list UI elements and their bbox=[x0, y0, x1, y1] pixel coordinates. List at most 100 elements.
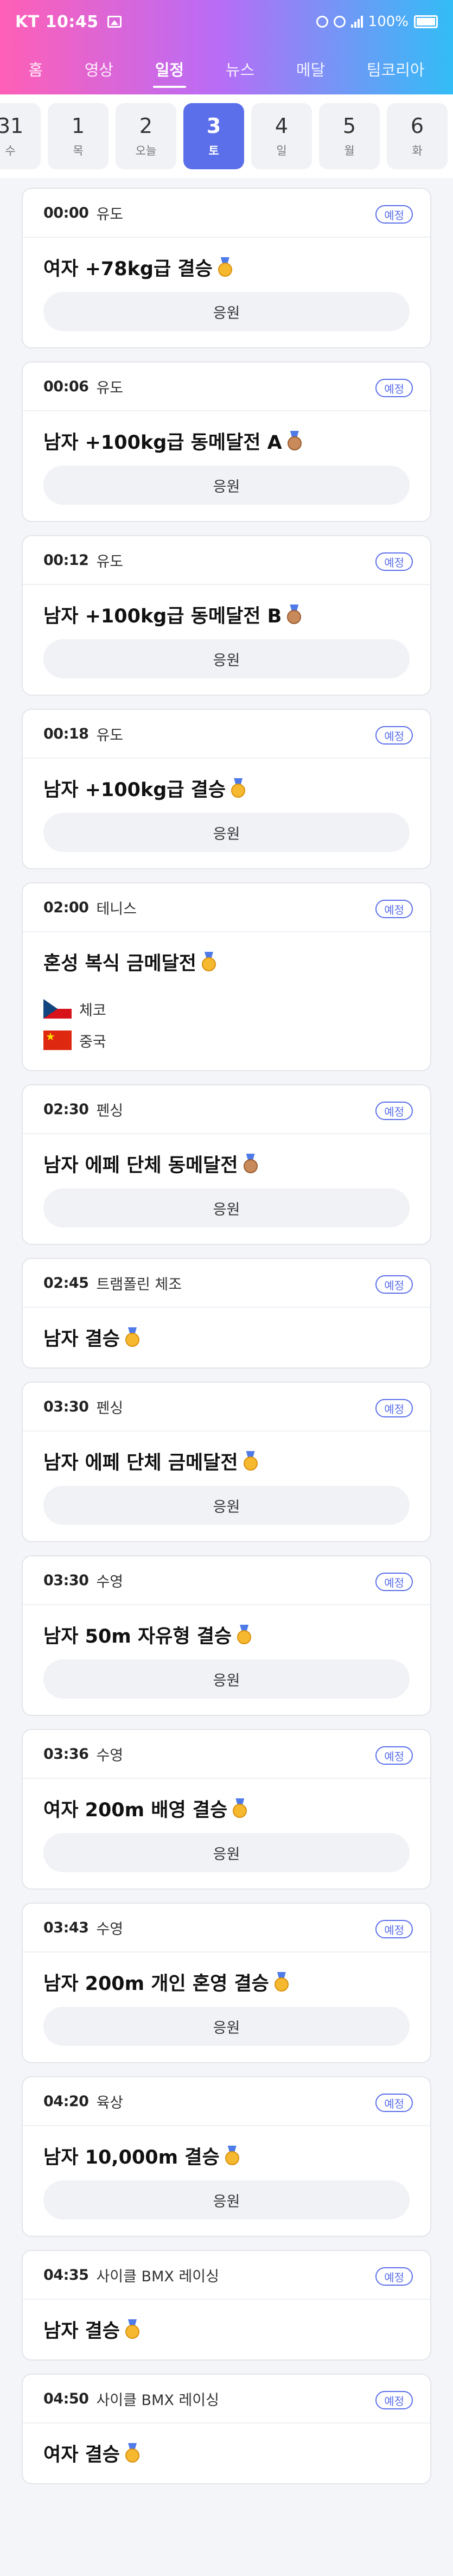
event-title: 남자 에페 단체 금메달전 bbox=[43, 1452, 238, 1474]
event-title-row: 남자 +100kg급 동메달전 A bbox=[23, 411, 430, 457]
cheer-button[interactable]: 응원 bbox=[43, 1486, 410, 1525]
event-time: 00:12 bbox=[43, 551, 89, 569]
team-name: 중국 bbox=[79, 1033, 106, 1051]
date-item[interactable]: 1목 bbox=[48, 103, 109, 169]
cheer-button[interactable]: 응원 bbox=[43, 1188, 410, 1227]
tab-team-korea[interactable]: 팀코리아 bbox=[362, 52, 429, 86]
tab-home[interactable]: 홈 bbox=[24, 52, 47, 86]
event-header: 03:36 수영 bbox=[23, 1730, 430, 1779]
carrier-time: KT 10:45 bbox=[15, 12, 99, 31]
event-time: 03:43 bbox=[43, 1919, 89, 1936]
czech-flag-icon bbox=[43, 999, 72, 1019]
gold-medal-icon bbox=[230, 778, 246, 798]
event-title-row: 남자 결승 bbox=[23, 1308, 430, 1353]
gold-medal-icon bbox=[243, 1451, 259, 1471]
event-card[interactable]: 00:18 유도 예정 남자 +100kg급 결승 응원 bbox=[22, 709, 431, 869]
team-row: 체코 bbox=[23, 993, 430, 1025]
cheer-button[interactable]: 응원 bbox=[43, 2180, 410, 2219]
date-item[interactable]: 5월 bbox=[319, 103, 380, 169]
event-time: 00:00 bbox=[43, 204, 89, 221]
event-time: 04:20 bbox=[43, 2092, 89, 2110]
event-sport: 펜싱 bbox=[96, 1400, 124, 1417]
gold-medal-icon bbox=[201, 952, 217, 971]
event-header: 02:30 펜싱 bbox=[23, 1085, 430, 1134]
battery-icon bbox=[414, 15, 438, 28]
event-card[interactable]: 00:06 유도 예정 남자 +100kg급 동메달전 A 응원 bbox=[22, 361, 431, 522]
event-title-row: 혼성 복식 금메달전 bbox=[23, 932, 430, 978]
date-item[interactable]: 6화 bbox=[387, 103, 448, 169]
event-title-row: 남자 200m 개인 혼영 결승 bbox=[23, 1952, 430, 1998]
cheer-button[interactable]: 응원 bbox=[43, 639, 410, 678]
event-card[interactable]: 04:35 사이클 BMX 레이싱 예정 남자 결승 bbox=[22, 2250, 431, 2361]
event-time: 02:45 bbox=[43, 1274, 89, 1292]
event-sport: 테니스 bbox=[96, 900, 137, 918]
date-number: 3 bbox=[206, 114, 221, 138]
tab-news[interactable]: 뉴스 bbox=[221, 52, 259, 86]
tab-medals[interactable]: 메달 bbox=[292, 52, 329, 86]
date-number: 2 bbox=[139, 114, 153, 138]
event-title: 여자 200m 배영 결승 bbox=[43, 1799, 228, 1821]
signal-icon bbox=[350, 16, 363, 28]
date-weekday: 월 bbox=[344, 144, 355, 157]
status-badge: 예정 bbox=[375, 552, 413, 571]
event-title: 남자 10,000m 결승 bbox=[43, 2146, 220, 2168]
gold-medal-icon bbox=[273, 1972, 290, 1992]
cheer-button[interactable]: 응원 bbox=[43, 292, 410, 331]
event-header: 00:06 유도 bbox=[23, 362, 430, 411]
date-number: 6 bbox=[410, 114, 424, 138]
event-card[interactable]: 00:12 유도 예정 남자 +100kg급 동메달전 B 응원 bbox=[22, 535, 431, 696]
event-card[interactable]: 04:50 사이클 BMX 레이싱 예정 여자 결승 bbox=[22, 2374, 431, 2484]
status-badge: 예정 bbox=[375, 2267, 413, 2286]
event-card[interactable]: 03:30 수영 예정 남자 50m 자유형 결승 응원 bbox=[22, 1555, 431, 1716]
gold-medal-icon bbox=[232, 1798, 248, 1818]
tab-schedule[interactable]: 일정 bbox=[151, 52, 188, 88]
event-title: 남자 200m 개인 혼영 결승 bbox=[43, 1973, 269, 1995]
event-title: 혼성 복식 금메달전 bbox=[43, 952, 196, 975]
event-time: 03:30 bbox=[43, 1572, 89, 1589]
event-title: 남자 50m 자유형 결승 bbox=[43, 1625, 232, 1648]
event-card[interactable]: 04:20 육상 예정 남자 10,000m 결승 응원 bbox=[22, 2076, 431, 2237]
event-card[interactable]: 03:36 수영 예정 여자 200m 배영 결승 응원 bbox=[22, 1729, 431, 1890]
event-title-row: 남자 +100kg급 결승 bbox=[23, 759, 430, 804]
date-item-selected[interactable]: 3토 bbox=[183, 103, 244, 169]
date-number: 5 bbox=[342, 114, 356, 138]
event-title: 남자 에페 단체 동메달전 bbox=[43, 1154, 238, 1176]
status-badge: 예정 bbox=[375, 1399, 413, 1417]
gold-medal-icon bbox=[124, 2319, 141, 2339]
cheer-button[interactable]: 응원 bbox=[43, 1833, 410, 1872]
event-header: 03:30 수영 bbox=[23, 1556, 430, 1605]
status-badge: 예정 bbox=[375, 1275, 413, 1294]
tab-video[interactable]: 영상 bbox=[80, 52, 118, 86]
date-item[interactable]: 2 오늘 bbox=[116, 103, 176, 169]
gold-medal-icon bbox=[236, 1625, 252, 1644]
event-card[interactable]: 02:00 테니스 예정혼성 복식 금메달전체코중국 bbox=[22, 882, 431, 1071]
gold-medal-icon bbox=[124, 1327, 141, 1347]
event-title-row: 남자 50m 자유형 결승 bbox=[23, 1605, 430, 1651]
date-weekday: 일 bbox=[276, 144, 287, 157]
event-card[interactable]: 03:43 수영 예정 남자 200m 개인 혼영 결승 응원 bbox=[22, 1903, 431, 2063]
event-title: 남자 +100kg급 결승 bbox=[43, 779, 226, 801]
status-badge: 예정 bbox=[375, 1102, 413, 1120]
cheer-button[interactable]: 응원 bbox=[43, 2007, 410, 2046]
event-card[interactable]: 00:00 유도 예정 여자 +78kg급 결승 응원 bbox=[22, 188, 431, 348]
event-header: 03:43 수영 bbox=[23, 1904, 430, 1952]
event-title: 남자 결승 bbox=[43, 1328, 120, 1350]
event-time: 03:30 bbox=[43, 1398, 89, 1415]
status-badge: 예정 bbox=[375, 726, 413, 745]
event-header: 00:12 유도 bbox=[23, 536, 430, 585]
status-badge: 예정 bbox=[375, 2094, 413, 2112]
event-time: 02:00 bbox=[43, 899, 89, 916]
cheer-button[interactable]: 응원 bbox=[43, 1659, 410, 1699]
date-item[interactable]: 4일 bbox=[251, 103, 312, 169]
date-item[interactable]: 31 수 bbox=[0, 103, 41, 169]
date-weekday: 목 bbox=[73, 144, 84, 157]
event-title: 여자 결승 bbox=[43, 2444, 120, 2466]
event-card[interactable]: 02:45 트램폴린 체조 예정 남자 결승 bbox=[22, 1258, 431, 1369]
event-sport: 수영 bbox=[96, 1573, 124, 1591]
cheer-button[interactable]: 응원 bbox=[43, 813, 410, 852]
event-card[interactable]: 03:30 펜싱 예정남자 에페 단체 금메달전응원 bbox=[22, 1382, 431, 1542]
event-card[interactable]: 02:30 펜싱 예정남자 에페 단체 동메달전응원 bbox=[22, 1084, 431, 1245]
event-title-row: 남자 10,000m 결승 bbox=[23, 2126, 430, 2172]
cheer-button[interactable]: 응원 bbox=[43, 466, 410, 505]
bronze-medal-icon bbox=[243, 1154, 259, 1173]
